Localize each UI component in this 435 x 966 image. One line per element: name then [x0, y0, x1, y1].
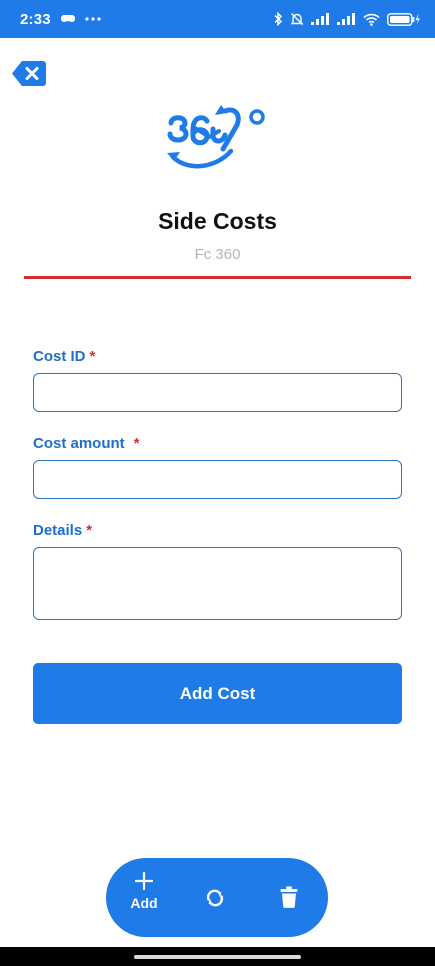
- cost-amount-label-text: Cost amount: [33, 435, 125, 452]
- page-title: Side Costs: [158, 208, 277, 234]
- cost-amount-label: Cost amount *: [33, 435, 140, 452]
- cost-amount-input[interactable]: [33, 460, 402, 499]
- bluetooth-icon: [274, 12, 283, 26]
- add-button[interactable]: Add: [125, 872, 163, 911]
- cost-id-label-text: Cost ID: [33, 348, 86, 365]
- plus-icon: [135, 872, 153, 890]
- status-time: 2:33: [20, 10, 51, 28]
- cost-id-input[interactable]: [33, 373, 402, 412]
- trash-icon: [280, 886, 298, 908]
- header-divider: [24, 276, 411, 279]
- close-back-button[interactable]: [12, 61, 46, 86]
- home-indicator[interactable]: [134, 955, 301, 959]
- signal-icon: [311, 13, 329, 25]
- battery-icon: [387, 12, 420, 26]
- wifi-icon: [363, 13, 380, 26]
- add-button-label: Add: [130, 895, 158, 911]
- game-controller-icon: [60, 15, 75, 22]
- refresh-icon: [206, 889, 224, 907]
- add-cost-button[interactable]: Add Cost: [33, 663, 402, 724]
- 360-logo-icon: [167, 105, 265, 169]
- cost-id-label: Cost ID *: [33, 348, 95, 365]
- details-label: Details *: [33, 522, 92, 539]
- status-right: [273, 12, 421, 26]
- delete-button[interactable]: [280, 886, 298, 908]
- bell-muted-icon: [290, 13, 304, 25]
- page-subtitle: Fc 360: [194, 246, 241, 263]
- details-label-text: Details: [33, 522, 83, 539]
- floating-action-bar: Add: [106, 858, 328, 937]
- status-bar: 2:33: [0, 0, 435, 38]
- required-marker: *: [133, 435, 140, 452]
- refresh-button[interactable]: [204, 887, 226, 909]
- required-marker: *: [86, 522, 93, 539]
- details-textarea[interactable]: [33, 547, 402, 620]
- required-marker: *: [89, 348, 96, 365]
- more-dots-icon: [85, 17, 101, 21]
- signal-icon: [337, 13, 355, 25]
- status-left: 2:33: [20, 11, 101, 28]
